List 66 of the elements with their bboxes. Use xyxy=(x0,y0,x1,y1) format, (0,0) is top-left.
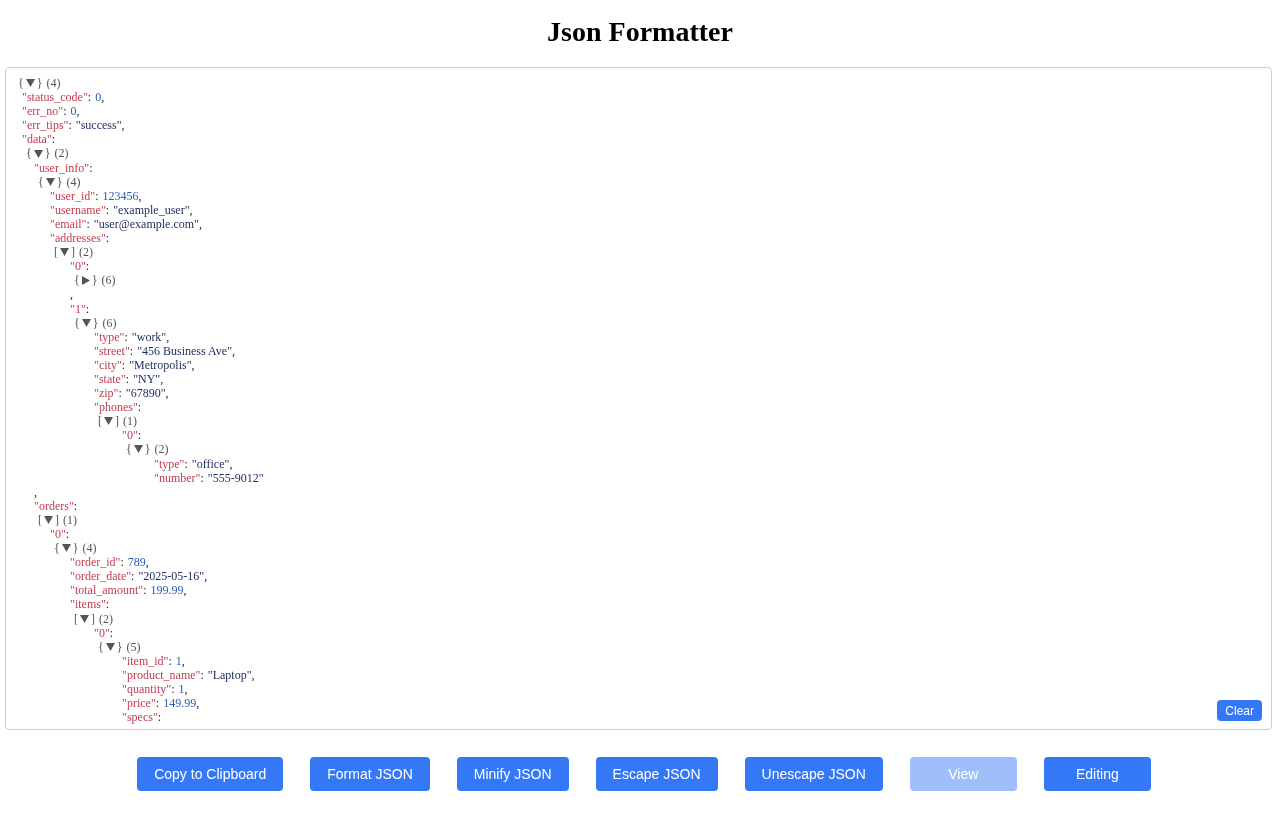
bracket-toggle[interactable]: { } xyxy=(54,541,79,556)
json-property: "err_tips": "success", xyxy=(22,118,125,133)
bracket-toggle[interactable]: { } xyxy=(98,639,123,654)
json-key: "specs": xyxy=(122,710,162,725)
bracket-toggle[interactable]: { } xyxy=(126,442,151,457)
json-key: "user_info": xyxy=(34,160,93,175)
item-count: (6) xyxy=(102,315,117,330)
item-count: (4) xyxy=(82,541,97,556)
json-key: "1": xyxy=(70,301,90,316)
json-property: "username": "example_user", xyxy=(50,202,193,217)
json-property: "err_no": 0, xyxy=(22,104,80,119)
json-key: "0": xyxy=(70,259,90,274)
page-title: Json Formatter xyxy=(547,16,733,48)
item-count: (2) xyxy=(54,146,69,161)
bracket-toggle[interactable]: [ ] xyxy=(54,245,75,260)
json-property: "order_id": 789, xyxy=(70,555,149,570)
json-key: "addresses": xyxy=(50,231,110,246)
item-count: (6) xyxy=(101,273,116,288)
bracket-toggle[interactable]: [ ] xyxy=(98,414,119,429)
item-count: (4) xyxy=(46,76,61,91)
json-property: "item_id": 1, xyxy=(122,653,185,668)
bracket-toggle[interactable]: { } xyxy=(26,146,51,161)
json-property: "quantity": 1, xyxy=(122,682,188,697)
clear-button[interactable]: Clear xyxy=(1217,700,1262,721)
bracket-toggle[interactable]: { } xyxy=(38,174,63,189)
json-property: "street": "456 Business Ave", xyxy=(94,343,236,358)
json-key: "items": xyxy=(70,597,110,612)
item-count: (2) xyxy=(154,442,169,457)
json-property: "zip": "67890", xyxy=(94,386,169,401)
json-property: "city": "Metropolis", xyxy=(94,357,195,372)
json-property: "product_name": "Laptop", xyxy=(122,667,255,683)
item-count: (5) xyxy=(126,639,141,654)
action-button[interactable]: Copy to Clipboard xyxy=(137,757,284,791)
comma-separator: , xyxy=(70,287,73,302)
json-key: "orders": xyxy=(34,498,78,513)
bracket-toggle[interactable]: { } xyxy=(74,315,99,330)
json-key: "phones": xyxy=(94,400,142,415)
action-button[interactable]: Unescape JSON xyxy=(744,757,883,791)
json-property: "user_id": 123456, xyxy=(50,188,142,203)
item-count: (1) xyxy=(63,512,77,527)
json-key: "0": xyxy=(122,428,142,443)
bracket-toggle[interactable]: [ ] xyxy=(74,611,95,626)
json-property: "email": "user@example.com", xyxy=(50,216,202,232)
json-key: "0": xyxy=(50,527,70,542)
action-button[interactable]: Escape JSON xyxy=(595,757,718,791)
bracket-toggle[interactable]: { } xyxy=(74,273,98,288)
json-property: "status_code": 0, xyxy=(22,90,105,105)
item-count: (4) xyxy=(66,174,81,189)
json-property: "type": "office", xyxy=(154,456,233,471)
json-key: "data": xyxy=(22,132,56,147)
json-property: "total_amount": 199.99, xyxy=(70,583,187,598)
item-count: (1) xyxy=(123,414,137,429)
item-count: (2) xyxy=(99,611,113,626)
json-property: "type": "work", xyxy=(94,329,170,344)
bracket-toggle[interactable]: { } xyxy=(18,76,43,91)
action-button[interactable]: Format JSON xyxy=(310,757,430,791)
json-property: "order_date": "2025-05-16", xyxy=(70,569,208,584)
json-property: "price": 149.99, xyxy=(122,696,200,711)
action-button[interactable]: Minify JSON xyxy=(456,757,569,791)
bracket-toggle[interactable]: [ ] xyxy=(38,512,59,527)
comma-separator: , xyxy=(34,484,37,499)
action-button[interactable]: Editing xyxy=(1043,757,1151,791)
json-property: "state": "NY", xyxy=(94,371,164,387)
json-key: "0": xyxy=(94,625,114,640)
item-count: (2) xyxy=(79,245,93,260)
json-property: "number": "555-9012" xyxy=(154,470,264,485)
